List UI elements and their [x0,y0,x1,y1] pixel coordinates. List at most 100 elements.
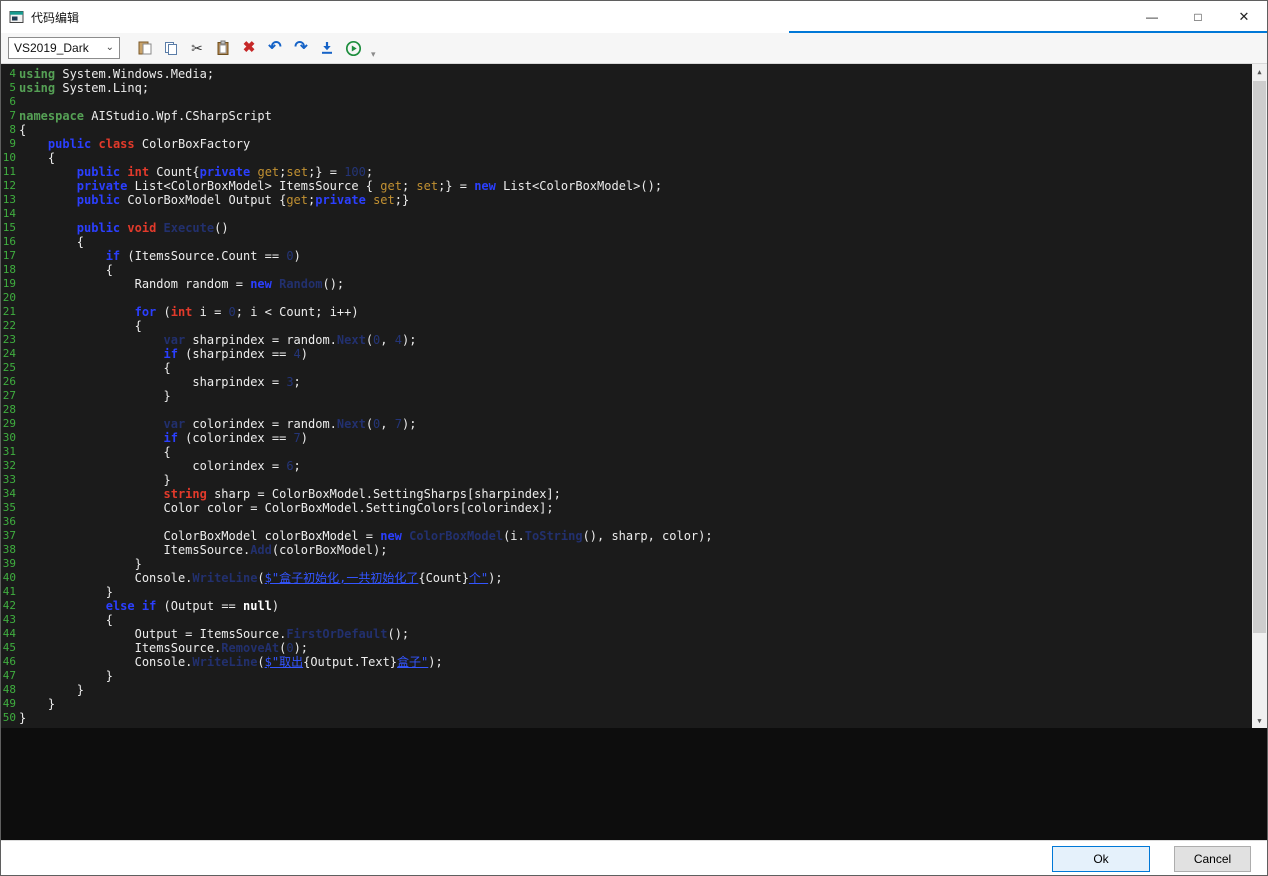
line-number: 7 [1,109,19,123]
line-number: 40 [1,571,19,585]
code-line: { [19,445,1252,459]
paste-page-icon [137,40,153,56]
scroll-up-arrow[interactable]: ▲ [1252,64,1267,79]
code-line: namespace AIStudio.Wpf.CSharpScript [19,109,1252,123]
code-line: string sharp = ColorBoxModel.SettingShar… [19,487,1252,501]
code-line: Color color = ColorBoxModel.SettingColor… [19,501,1252,515]
undo-button[interactable]: ↶ [263,36,287,60]
line-number: 32 [1,459,19,473]
lower-panel [1,728,1267,840]
code-line: ColorBoxModel colorBoxModel = new ColorB… [19,529,1252,543]
line-number: 45 [1,641,19,655]
titlebar: 代码编辑 — □ ✕ [1,1,1267,33]
line-number: 15 [1,221,19,235]
line-number: 23 [1,333,19,347]
line-number: 33 [1,473,19,487]
code-line: { [19,319,1252,333]
line-number: 24 [1,347,19,361]
delete-icon: ✖ [243,41,256,55]
line-number: 14 [1,207,19,221]
line-number: 38 [1,543,19,557]
line-number: 11 [1,165,19,179]
line-number: 18 [1,263,19,277]
code-line: Output = ItemsSource.FirstOrDefault(); [19,627,1252,641]
paste-new-button[interactable] [133,36,157,60]
run-button[interactable] [341,36,365,60]
code-edit-dialog: 代码编辑 — □ ✕ VS2019_Dark ⌄ ✂ [0,0,1268,876]
code-line: using System.Windows.Media; [19,67,1252,81]
theme-select-value: VS2019_Dark [14,41,89,55]
paste-button[interactable] [211,36,235,60]
code-line: } [19,473,1252,487]
code-line: private List<ColorBoxModel> ItemsSource … [19,179,1252,193]
line-number: 10 [1,151,19,165]
code-line [19,515,1252,529]
code-line: { [19,361,1252,375]
line-number: 37 [1,529,19,543]
scrollbar-track[interactable] [1252,79,1267,713]
vertical-scrollbar[interactable]: ▲ ▼ [1252,64,1267,728]
line-number: 25 [1,361,19,375]
code-line: using System.Linq; [19,81,1252,95]
code-line: public ColorBoxModel Output {get;private… [19,193,1252,207]
code-line: ItemsSource.Add(colorBoxModel); [19,543,1252,557]
line-number: 22 [1,319,19,333]
toolbar-overflow-icon[interactable]: ▾ [371,49,376,63]
line-number: 34 [1,487,19,501]
code-line: else if (Output == null) [19,599,1252,613]
line-number: 39 [1,557,19,571]
code-line [19,207,1252,221]
line-number: 44 [1,627,19,641]
code-line: { [19,263,1252,277]
code-line: } [19,389,1252,403]
code-lines[interactable]: using System.Windows.Media;using System.… [19,64,1252,728]
line-number: 50 [1,711,19,725]
app-icon [9,9,25,25]
line-number: 19 [1,277,19,291]
scrollbar-thumb[interactable] [1253,81,1266,633]
cut-button[interactable]: ✂ [185,36,209,60]
maximize-button[interactable]: □ [1175,1,1221,33]
ok-button[interactable]: Ok [1052,846,1150,872]
line-number: 26 [1,375,19,389]
line-number: 21 [1,305,19,319]
theme-select[interactable]: VS2019_Dark ⌄ [8,37,120,59]
redo-button[interactable]: ↷ [289,36,313,60]
window-title: 代码编辑 [31,9,79,26]
clipboard-icon [215,40,231,56]
code-line: Console.WriteLine($"盒子初始化,一共初始化了{Count}个… [19,571,1252,585]
line-number: 41 [1,585,19,599]
code-line: { [19,151,1252,165]
code-line: public class ColorBoxFactory [19,137,1252,151]
code-line: if (sharpindex == 4) [19,347,1252,361]
line-number-gutter: 4567891011121314151617181920212223242526… [1,64,19,728]
code-line: Random random = new Random(); [19,277,1252,291]
import-button[interactable] [315,36,339,60]
code-line: colorindex = 6; [19,459,1252,473]
line-number: 27 [1,389,19,403]
line-number: 9 [1,137,19,151]
code-line: var sharpindex = random.Next(0, 4); [19,333,1252,347]
code-line: } [19,669,1252,683]
copy-button[interactable] [159,36,183,60]
cancel-button[interactable]: Cancel [1174,846,1251,872]
line-number: 48 [1,683,19,697]
line-number: 43 [1,613,19,627]
code-line [19,403,1252,417]
line-number: 4 [1,67,19,81]
code-line: ItemsSource.RemoveAt(0); [19,641,1252,655]
copy-icon [163,40,179,56]
code-line: Console.WriteLine($"取出{Output.Text}盒子"); [19,655,1252,669]
line-number: 16 [1,235,19,249]
close-button[interactable]: ✕ [1221,1,1267,33]
line-number: 42 [1,599,19,613]
minimize-button[interactable]: — [1129,1,1175,33]
line-number: 20 [1,291,19,305]
code-line: if (colorindex == 7) [19,431,1252,445]
run-icon [345,40,362,57]
line-number: 13 [1,193,19,207]
scroll-down-arrow[interactable]: ▼ [1252,713,1267,728]
clear-button[interactable]: ✖ [237,36,261,60]
line-number: 30 [1,431,19,445]
line-number: 49 [1,697,19,711]
